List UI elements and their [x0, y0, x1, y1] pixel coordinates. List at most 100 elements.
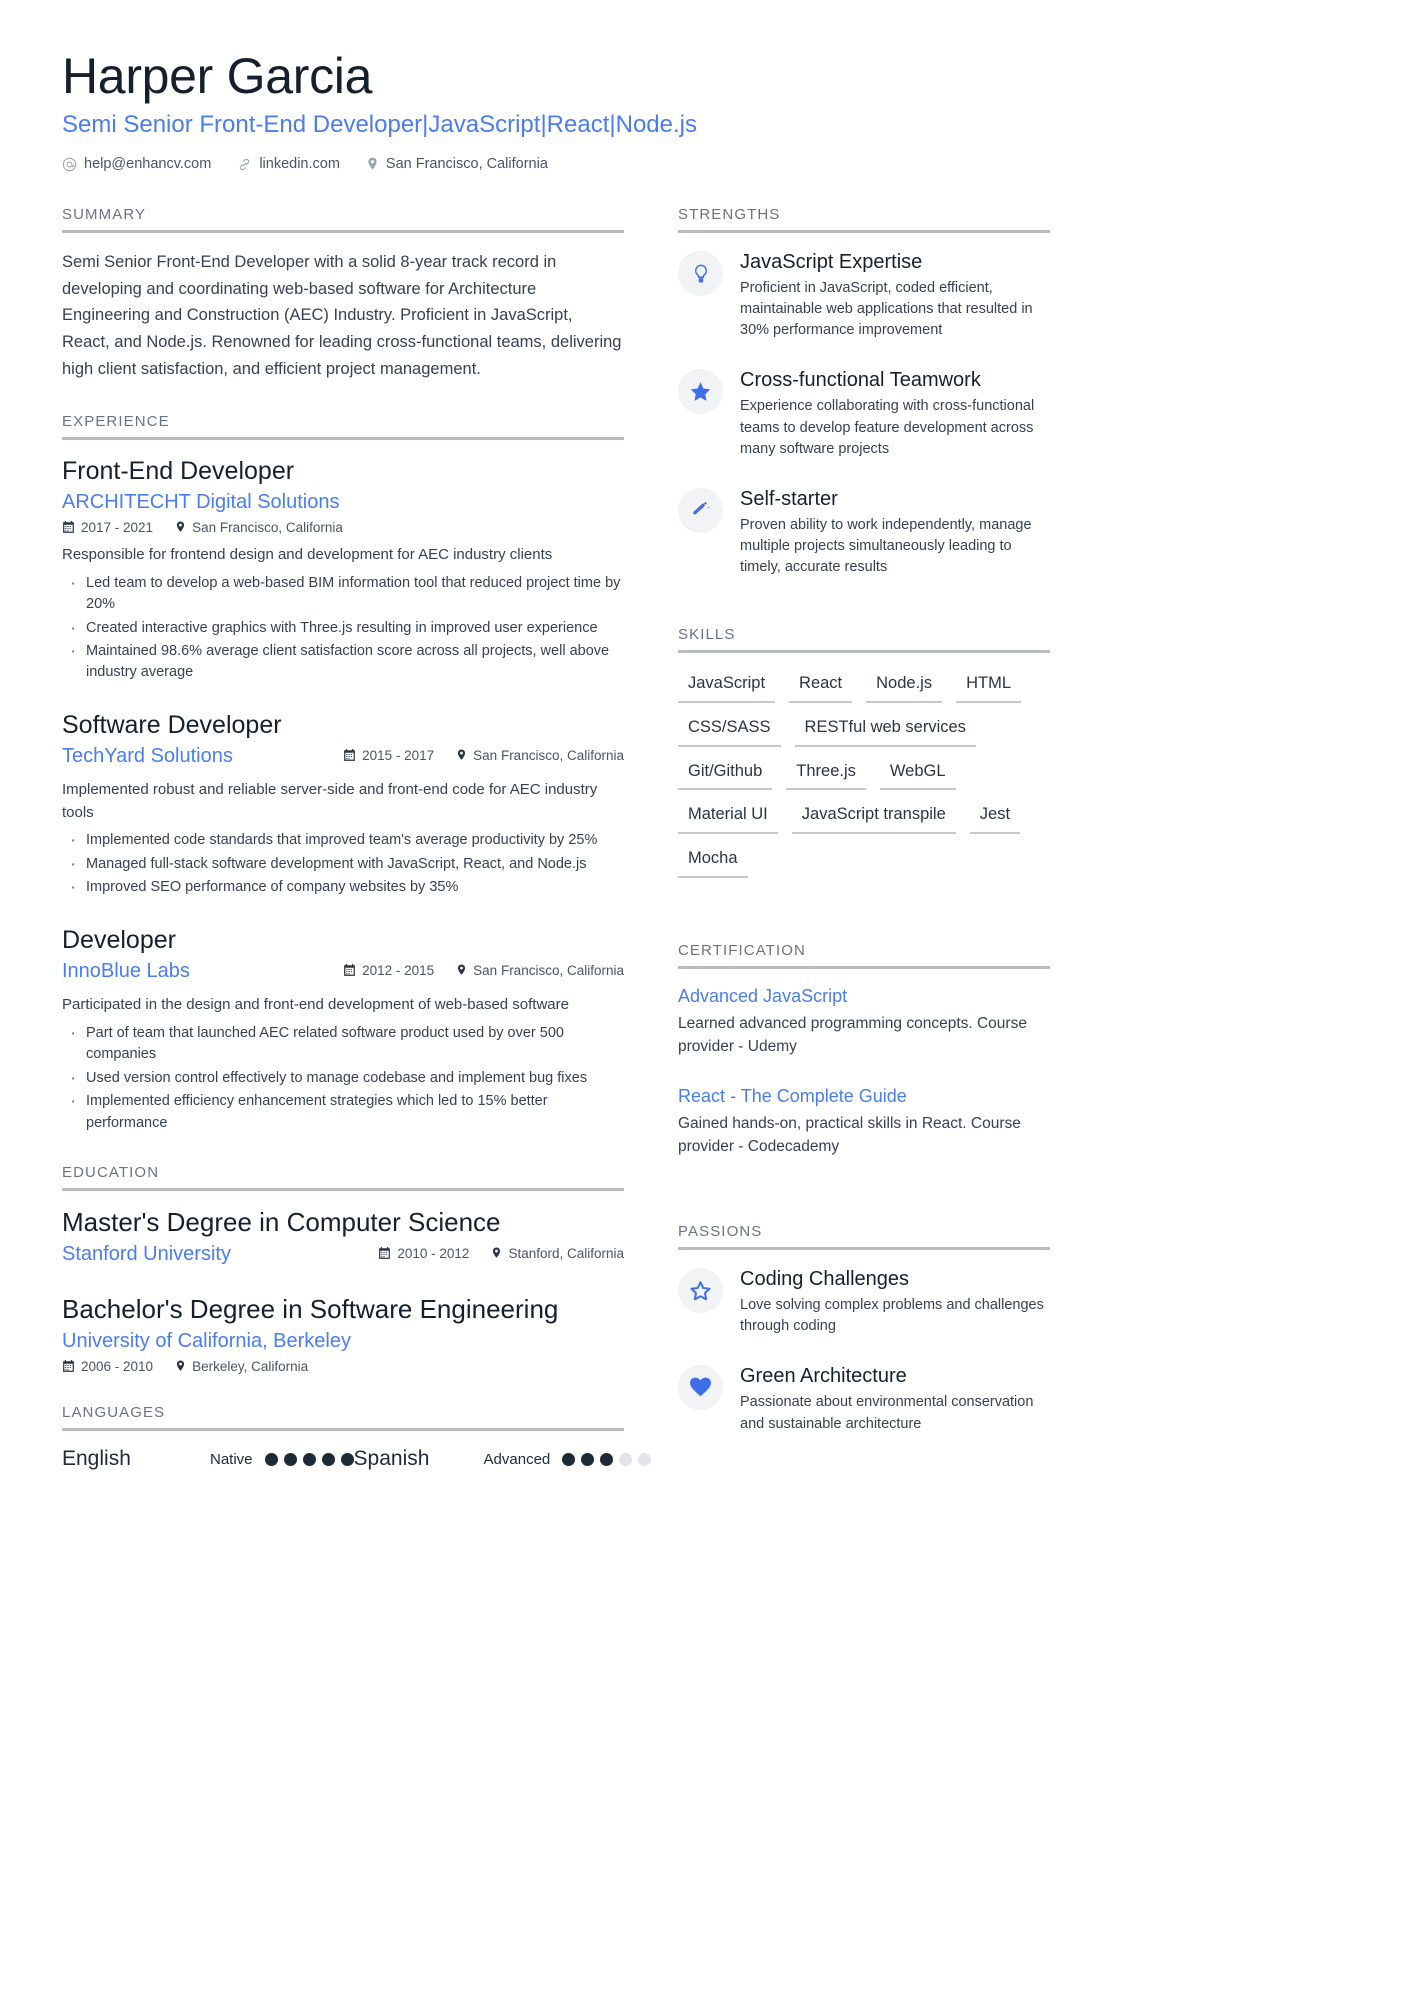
experience-bullets: Led team to develop a web-based BIM info…: [62, 571, 624, 684]
section-title-skills: SKILLS: [678, 626, 736, 644]
rating-dot: [321, 1452, 335, 1466]
experience-entry: Software Developer TechYard Solutions 20…: [62, 710, 624, 903]
location-pin-icon: [366, 157, 379, 172]
rating-dot: [302, 1452, 316, 1466]
rating-dot: [340, 1452, 354, 1466]
education-dates: 2010 - 2012: [378, 1246, 469, 1261]
link-icon: [237, 157, 252, 172]
experience-dates-text: 2015 - 2017: [362, 748, 435, 764]
education-school[interactable]: University of California, Berkeley: [62, 1328, 624, 1355]
strength-item: JavaScript Expertise Proficient in JavaS…: [678, 249, 1050, 341]
experience-company[interactable]: ARCHITECHT Digital Solutions: [62, 489, 624, 516]
skill-tag[interactable]: CSS/SASS: [678, 713, 781, 747]
experience-org-meta-row: TechYard Solutions 2015 - 2017 San Franc…: [62, 743, 624, 770]
experience-dates: 2017 - 2021: [62, 520, 153, 535]
experience-bullets: Implemented code standards that improved…: [62, 828, 624, 902]
skill-tag[interactable]: WebGL: [879, 757, 956, 791]
certification-item: React - The Complete Guide Gained hands-…: [678, 1085, 1050, 1159]
education-meta: 2006 - 2010 Berkeley, California: [62, 1359, 624, 1374]
certification-description: Learned advanced programming concepts. C…: [678, 1014, 1027, 1055]
strength-body: Self-starter Proven ability to work inde…: [740, 486, 1050, 578]
passion-item: Coding Challenges Love solving complex p…: [678, 1266, 1050, 1337]
list-item: Maintained 98.6% average client satisfac…: [62, 639, 624, 684]
skill-tag[interactable]: HTML: [956, 669, 1022, 704]
skill-tag[interactable]: Mocha: [678, 844, 748, 878]
skill-tag[interactable]: RESTful web services: [794, 713, 976, 747]
strength-description: Experience collaborating with cross-func…: [740, 398, 1035, 457]
list-item: Part of team that launched AEC related s…: [62, 1021, 624, 1066]
experience-dates: 2015 - 2017: [343, 748, 434, 763]
passion-title: Coding Challenges: [740, 1268, 910, 1291]
section-languages: LANGUAGES English Native Spanish Advance…: [62, 1404, 652, 1471]
calendar-icon: [62, 521, 75, 534]
section-divider: [62, 230, 624, 233]
education-location: Stanford, California: [491, 1246, 624, 1261]
experience-company[interactable]: InnoBlue Labs: [62, 958, 190, 985]
list-item: Improved SEO performance of company webs…: [62, 875, 624, 902]
language-level: Advanced: [483, 1450, 551, 1468]
education-school[interactable]: Stanford University: [62, 1241, 231, 1268]
skill-tag[interactable]: Jest: [969, 800, 1021, 834]
skill-tag[interactable]: JavaScript: [678, 669, 776, 704]
education-entry: Bachelor's Degree in Software Engineerin…: [62, 1294, 624, 1374]
certification-title[interactable]: Advanced JavaScript: [678, 985, 1050, 1008]
skill-tag[interactable]: Material UI: [678, 800, 778, 834]
certification-item: Advanced JavaScript Learned advanced pro…: [678, 985, 1050, 1059]
language-level: Native: [210, 1450, 253, 1468]
passion-description: Passionate about environmental conservat…: [740, 1394, 1034, 1432]
contact-email[interactable]: help@enhancv.com: [62, 156, 211, 172]
summary-text: Semi Senior Front-End Developer with a s…: [62, 253, 622, 378]
passion-item: Green Architecture Passionate about envi…: [678, 1363, 1050, 1434]
list-item: Implemented code standards that improved…: [62, 828, 624, 855]
skills-list: JavaScript React Node.js HTML CSS/SASS R…: [678, 669, 1050, 878]
calendar-icon: [378, 1247, 391, 1260]
education-org-meta-row: Stanford University 2010 - 2012 Stanford…: [62, 1241, 624, 1268]
list-item: Created interactive graphics with Three.…: [62, 615, 624, 642]
experience-meta: 2015 - 2017 San Francisco, California: [343, 748, 624, 763]
list-item: Led team to develop a web-based BIM info…: [62, 571, 624, 616]
strength-body: Cross-functional Teamwork Experience col…: [740, 367, 1050, 459]
skill-tag[interactable]: Node.js: [866, 669, 943, 704]
passion-description: Love solving complex problems and challe…: [740, 1297, 1044, 1335]
calendar-icon: [343, 749, 356, 762]
at-icon: [62, 157, 77, 172]
certification-title[interactable]: React - The Complete Guide: [678, 1085, 1050, 1108]
contact-linkedin[interactable]: linkedin.com: [237, 156, 340, 172]
rating-dot: [619, 1452, 633, 1466]
skill-tag[interactable]: React: [789, 669, 853, 704]
experience-description: Participated in the design and front-end…: [62, 996, 569, 1014]
resume-header: Harper Garcia Semi Senior Front-End Deve…: [62, 48, 1348, 172]
skill-tag[interactable]: Three.js: [786, 757, 866, 791]
experience-description: Responsible for frontend design and deve…: [62, 546, 553, 564]
language-name: English: [62, 1447, 131, 1471]
rating-dot: [264, 1452, 278, 1466]
section-experience: EXPERIENCE Front-End Developer ARCHITECH…: [62, 413, 624, 1134]
strength-title: JavaScript Expertise: [740, 251, 923, 273]
star-outline-icon: [678, 1268, 723, 1314]
experience-location: San Francisco, California: [456, 963, 624, 978]
section-strengths: STRENGTHS JavaScript Expertise Proficien…: [678, 206, 1050, 578]
section-divider: [678, 230, 1050, 233]
page-title: Harper Garcia: [62, 48, 373, 104]
experience-dates-text: 2012 - 2015: [362, 963, 435, 979]
experience-company[interactable]: TechYard Solutions: [62, 743, 233, 770]
section-divider: [678, 650, 1050, 654]
strength-description: Proficient in JavaScript, coded efficien…: [740, 280, 1033, 339]
experience-role: Software Developer: [62, 710, 282, 739]
left-column: SUMMARY Semi Senior Front-End Developer …: [62, 206, 652, 1501]
resume-body: SUMMARY Semi Senior Front-End Developer …: [62, 206, 1348, 1501]
heart-icon: [678, 1365, 723, 1411]
skill-tag[interactable]: JavaScript transpile: [791, 800, 956, 834]
section-skills: SKILLS JavaScript React Node.js HTML CSS…: [678, 626, 1050, 878]
skill-tag[interactable]: Git/Github: [678, 757, 773, 791]
education-dates-text: 2006 - 2010: [81, 1359, 154, 1375]
education-location-text: Berkeley, California: [192, 1359, 309, 1375]
list-item: Used version control effectively to mana…: [62, 1066, 624, 1093]
languages-row: English Native Spanish Advanced: [62, 1447, 652, 1471]
section-summary: SUMMARY Semi Senior Front-End Developer …: [62, 206, 624, 383]
section-divider: [62, 436, 624, 440]
contact-row: help@enhancv.com linkedin.com San Franci…: [62, 156, 1348, 172]
experience-role: Developer: [62, 925, 176, 954]
education-dates: 2006 - 2010: [62, 1359, 153, 1374]
